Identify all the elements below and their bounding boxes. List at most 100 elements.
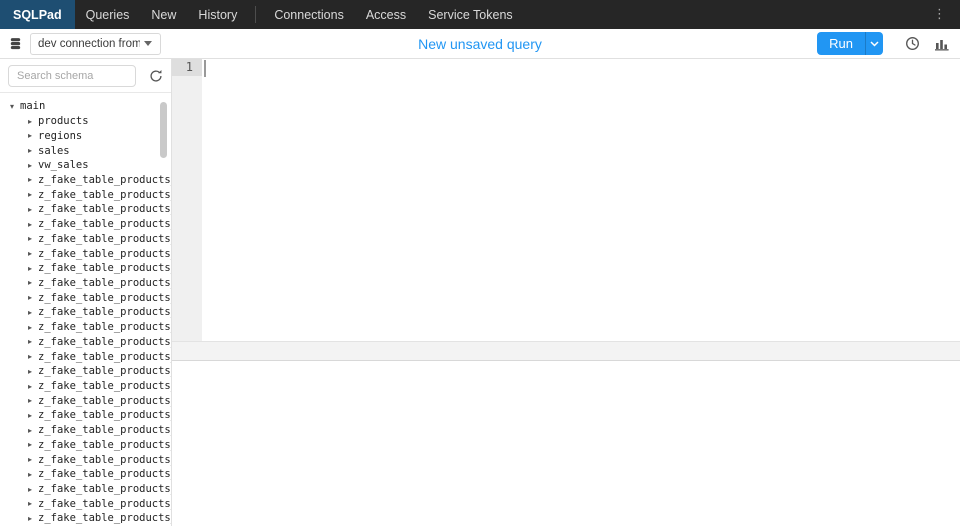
query-toolbar: dev connection from conf New unsaved que… <box>0 29 960 59</box>
chevron-collapsed-icon[interactable]: ▸ <box>28 175 38 184</box>
nav-item-connections[interactable]: Connections <box>263 0 355 29</box>
chevron-collapsed-icon[interactable]: ▸ <box>28 146 38 155</box>
sidebar-scrollbar-thumb[interactable] <box>160 102 167 158</box>
chevron-collapsed-icon[interactable]: ▸ <box>28 249 38 258</box>
chart-button[interactable] <box>934 37 950 51</box>
chevron-collapsed-icon[interactable]: ▸ <box>28 352 38 361</box>
schema-sidebar: ▾ main ▸products▸regions▸sales▸vw_sales▸… <box>0 59 172 526</box>
chevron-collapsed-icon[interactable]: ▸ <box>28 514 38 523</box>
sql-editor: 1 <box>172 59 960 341</box>
table-name: vw_sales <box>38 159 89 171</box>
chevron-collapsed-icon[interactable]: ▸ <box>28 293 38 302</box>
tree-node-table[interactable]: ▸z_fake_table_products_119 <box>0 511 171 526</box>
tree-node-table[interactable]: ▸z_fake_table_products_107 <box>0 320 171 335</box>
chevron-collapsed-icon[interactable]: ▸ <box>28 131 38 140</box>
table-name: z_fake_table_products_0 <box>38 174 171 186</box>
tree-node-table[interactable]: ▸z_fake_table_products_108 <box>0 335 171 350</box>
tree-node-table[interactable]: ▸products <box>0 114 171 129</box>
chevron-collapsed-icon[interactable]: ▸ <box>28 426 38 435</box>
tree-node-table[interactable]: ▸z_fake_table_products_105 <box>0 290 171 305</box>
tree-node-table[interactable]: ▸z_fake_table_products_104 <box>0 276 171 291</box>
tree-node-table[interactable]: ▸z_fake_table_products_111 <box>0 393 171 408</box>
query-history-button[interactable] <box>905 36 920 51</box>
table-name: z_fake_table_products_113 <box>38 424 171 436</box>
tree-node-table[interactable]: ▸z_fake_table_products_0 <box>0 173 171 188</box>
tree-node-table[interactable]: ▸z_fake_table_products_113 <box>0 423 171 438</box>
chevron-collapsed-icon[interactable]: ▸ <box>28 440 38 449</box>
editor-results-splitter[interactable] <box>172 341 960 361</box>
nav-item-new[interactable]: New <box>140 0 187 29</box>
schema-table-list: ▸products▸regions▸sales▸vw_sales▸z_fake_… <box>0 114 171 526</box>
tree-node-table[interactable]: ▸z_fake_table_products_106 <box>0 305 171 320</box>
tree-node-table[interactable]: ▸z_fake_table_products_102 <box>0 246 171 261</box>
run-dropdown-button[interactable] <box>865 32 883 55</box>
tree-node-table[interactable]: ▸z_fake_table_products_1 <box>0 187 171 202</box>
tree-node-table[interactable]: ▸z_fake_table_products_109 <box>0 349 171 364</box>
connection-select[interactable]: dev connection from conf <box>30 33 161 55</box>
tree-node-table[interactable]: ▸z_fake_table_products_110 <box>0 379 171 394</box>
top-nav: SQLPad Queries New History Connections A… <box>0 0 960 29</box>
run-button-group: Run <box>817 32 883 55</box>
chevron-collapsed-icon[interactable]: ▸ <box>28 117 38 126</box>
chevron-collapsed-icon[interactable]: ▸ <box>28 382 38 391</box>
table-name: z_fake_table_products_114 <box>38 439 171 451</box>
schema-search-row <box>0 59 171 93</box>
table-name: regions <box>38 130 82 142</box>
run-button[interactable]: Run <box>817 32 865 55</box>
tree-node-table[interactable]: ▸sales <box>0 143 171 158</box>
chevron-collapsed-icon[interactable]: ▸ <box>28 323 38 332</box>
tree-node-table[interactable]: ▸z_fake_table_products_11 <box>0 364 171 379</box>
chevron-down-icon <box>870 41 879 47</box>
table-name: z_fake_table_products_105 <box>38 292 171 304</box>
tree-node-table[interactable]: ▸vw_sales <box>0 158 171 173</box>
chevron-collapsed-icon[interactable]: ▸ <box>28 485 38 494</box>
tree-node-table[interactable]: ▸z_fake_table_products_114 <box>0 438 171 453</box>
chevron-collapsed-icon[interactable]: ▸ <box>28 337 38 346</box>
chevron-collapsed-icon[interactable]: ▸ <box>28 367 38 376</box>
chevron-collapsed-icon[interactable]: ▸ <box>28 220 38 229</box>
tree-node-table[interactable]: ▸z_fake_table_products_118 <box>0 496 171 511</box>
table-name: z_fake_table_products_116 <box>38 468 171 480</box>
tree-node-table[interactable]: ▸z_fake_table_products_10 <box>0 202 171 217</box>
brand-sqlpad[interactable]: SQLPad <box>0 0 75 29</box>
table-name: z_fake_table_products_101 <box>38 233 171 245</box>
chevron-collapsed-icon[interactable]: ▸ <box>28 308 38 317</box>
tree-node-table[interactable]: ▸z_fake_table_products_101 <box>0 231 171 246</box>
chevron-collapsed-icon[interactable]: ▸ <box>28 264 38 273</box>
tree-node-table[interactable]: ▸z_fake_table_products_116 <box>0 467 171 482</box>
nav-item-queries[interactable]: Queries <box>75 0 141 29</box>
table-name: z_fake_table_products_112 <box>38 409 171 421</box>
nav-item-service-tokens[interactable]: Service Tokens <box>417 0 524 29</box>
tree-node-table[interactable]: ▸regions <box>0 128 171 143</box>
nav-spacer <box>524 0 919 29</box>
editor-text-area[interactable] <box>202 59 960 341</box>
kebab-menu-icon[interactable]: ⋮ <box>919 0 960 29</box>
bar-chart-icon <box>934 37 950 51</box>
chevron-collapsed-icon[interactable]: ▸ <box>28 455 38 464</box>
tree-node-table[interactable]: ▸z_fake_table_products_117 <box>0 482 171 497</box>
table-name: z_fake_table_products_118 <box>38 498 171 510</box>
tree-node-table[interactable]: ▸z_fake_table_products_112 <box>0 408 171 423</box>
search-schema-input[interactable] <box>8 65 136 87</box>
chevron-collapsed-icon[interactable]: ▸ <box>28 396 38 405</box>
chevron-collapsed-icon[interactable]: ▸ <box>28 411 38 420</box>
chevron-collapsed-icon[interactable]: ▸ <box>28 190 38 199</box>
table-name: z_fake_table_products_115 <box>38 454 171 466</box>
tree-node-schema[interactable]: ▾ main <box>0 99 171 114</box>
nav-item-access[interactable]: Access <box>355 0 417 29</box>
tree-node-table[interactable]: ▸z_fake_table_products_103 <box>0 261 171 276</box>
chevron-collapsed-icon[interactable]: ▸ <box>28 499 38 508</box>
tree-node-table[interactable]: ▸z_fake_table_products_100 <box>0 217 171 232</box>
chevron-collapsed-icon[interactable]: ▸ <box>28 278 38 287</box>
tree-node-table[interactable]: ▸z_fake_table_products_115 <box>0 452 171 467</box>
chevron-collapsed-icon[interactable]: ▸ <box>28 234 38 243</box>
content: ▾ main ▸products▸regions▸sales▸vw_sales▸… <box>0 59 960 526</box>
chevron-collapsed-icon[interactable]: ▸ <box>28 205 38 214</box>
chevron-collapsed-icon[interactable]: ▸ <box>28 161 38 170</box>
table-name: z_fake_table_products_111 <box>38 395 171 407</box>
refresh-schema-button[interactable] <box>149 69 163 83</box>
chevron-collapsed-icon[interactable]: ▸ <box>28 470 38 479</box>
chevron-expanded-icon[interactable]: ▾ <box>10 102 20 111</box>
nav-item-history[interactable]: History <box>187 0 248 29</box>
toolbar-right: Run <box>817 32 952 55</box>
